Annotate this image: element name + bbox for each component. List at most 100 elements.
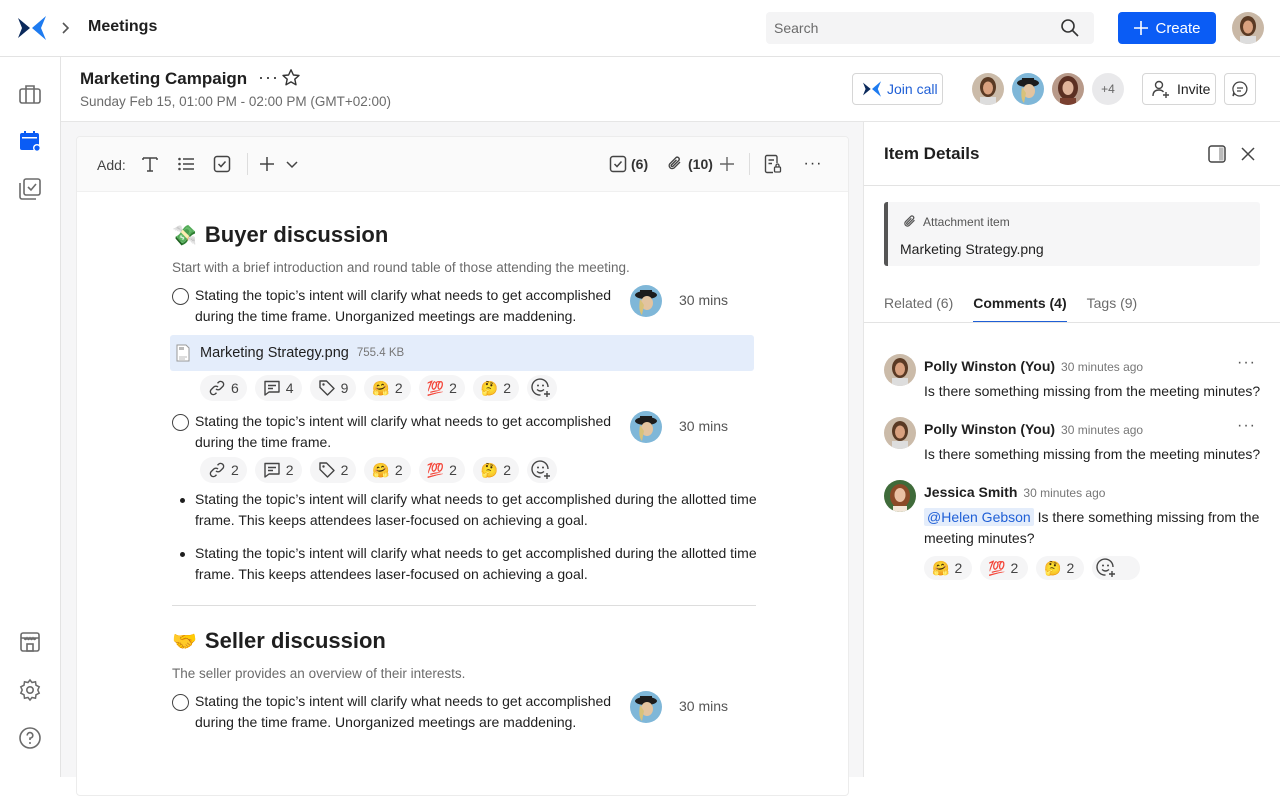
help-icon[interactable]	[18, 726, 42, 750]
app-logo-icon[interactable]	[18, 16, 46, 40]
comments-chip[interactable]: 4	[254, 375, 302, 401]
store-icon[interactable]	[18, 630, 42, 654]
side-panel-toggle-icon[interactable]	[1207, 144, 1227, 164]
agenda-area: Add: (6) (10) ··· 💸 Buyer discussion Sta…	[61, 122, 863, 796]
create-button[interactable]: Create	[1118, 12, 1216, 44]
task-duration: 30 mins	[679, 292, 729, 308]
attachment-item-card[interactable]: Attachment item Marketing Strategy.png	[884, 202, 1260, 266]
close-icon[interactable]	[1238, 144, 1258, 164]
attachment-item-label: Attachment item	[923, 215, 1010, 229]
add-reaction-button[interactable]	[1092, 556, 1140, 580]
more-attendees-badge[interactable]: +4	[1092, 73, 1124, 105]
notes-template-icon[interactable]	[763, 154, 783, 174]
bulleted-list-icon[interactable]	[176, 154, 196, 174]
top-bar: Meetings Create	[0, 0, 1280, 57]
comment-time: 30 minutes ago	[1061, 360, 1144, 374]
reaction-hug[interactable]: 🤗 2	[364, 375, 411, 401]
task-text[interactable]: Stating the topic’s intent will clarify …	[195, 411, 625, 453]
bullet-item[interactable]: Stating the topic’s intent will clarify …	[172, 543, 772, 585]
links-chip[interactable]: 2	[200, 457, 247, 483]
reaction-hundred[interactable]: 💯 2	[418, 375, 465, 401]
links-chip[interactable]: 6	[200, 375, 247, 401]
tab-related[interactable]: Related (6)	[884, 295, 953, 322]
tags-chip[interactable]: 9	[309, 375, 357, 401]
chat-button[interactable]	[1224, 73, 1256, 105]
tags-chip[interactable]: 2	[309, 457, 357, 483]
hug-emoji-icon: 🤗	[372, 379, 390, 396]
plus-icon[interactable]	[257, 154, 277, 174]
more-options-icon[interactable]: ···	[258, 67, 279, 88]
task-radio[interactable]	[172, 414, 189, 431]
chevron-right-icon	[62, 22, 70, 34]
user-avatar[interactable]	[1232, 12, 1264, 44]
comment-more-icon[interactable]: ···	[1237, 417, 1256, 435]
add-reaction-button[interactable]	[527, 457, 558, 483]
attachment-row[interactable]: Marketing Strategy.png 755.4 KB	[170, 335, 754, 371]
checkbox-icon[interactable]	[212, 154, 232, 174]
section-description: The seller provides an overview of their…	[172, 666, 466, 681]
hundred-emoji-icon: 💯	[988, 559, 1006, 576]
gear-icon[interactable]	[18, 678, 42, 702]
assignee-avatar[interactable]	[630, 691, 662, 723]
bullet-item[interactable]: Stating the topic’s intent will clarify …	[172, 489, 772, 531]
reaction-thinking[interactable]: 🤔 2	[1036, 556, 1084, 580]
chevron-down-icon[interactable]	[282, 154, 302, 174]
tab-tags[interactable]: Tags (9)	[1087, 295, 1138, 322]
comments-chip[interactable]: 2	[254, 457, 302, 483]
hug-emoji-icon: 🤗	[372, 461, 390, 478]
calendar-icon[interactable]	[18, 129, 42, 153]
reaction-thinking[interactable]: 🤔 2	[472, 457, 520, 483]
comment-reactions: 🤗 2 💯 2 🤔 2	[924, 556, 1140, 580]
more-options-icon[interactable]: ···	[803, 154, 823, 174]
attendee-avatar[interactable]	[1052, 73, 1084, 105]
star-icon[interactable]	[281, 68, 301, 88]
join-call-label: Join call	[887, 81, 938, 97]
add-reaction-icon	[531, 378, 551, 397]
section-divider	[172, 605, 756, 606]
reaction-hundred[interactable]: 💯 2	[980, 556, 1028, 580]
mention-link[interactable]: @Helen Gebson	[924, 508, 1034, 526]
briefcase-icon[interactable]	[18, 82, 42, 106]
invite-button[interactable]: Invite	[1142, 73, 1216, 105]
task-radio[interactable]	[172, 694, 189, 711]
paperclip-icon[interactable]	[665, 154, 685, 174]
task-text[interactable]: Stating the topic’s intent will clarify …	[195, 691, 625, 733]
create-label: Create	[1155, 19, 1201, 37]
reaction-thinking[interactable]: 🤔 2	[472, 375, 520, 401]
editor-toolbar: Add: (6) (10) ···	[77, 137, 848, 192]
task-text[interactable]: Stating the topic’s intent will clarify …	[195, 285, 625, 327]
assignee-avatar[interactable]	[630, 411, 662, 443]
breadcrumb-meetings[interactable]: Meetings	[88, 18, 157, 36]
reaction-hug[interactable]: 🤗 2	[924, 556, 972, 580]
search-icon[interactable]	[1060, 18, 1080, 38]
text-icon[interactable]	[140, 154, 160, 174]
attachments-count[interactable]: (10)	[688, 156, 713, 172]
add-attachment-icon[interactable]	[717, 154, 737, 174]
tasks-count[interactable]: (6)	[631, 156, 648, 172]
panel-title: Item Details	[884, 144, 980, 163]
agenda-document: 💸 Buyer discussion Start with a brief in…	[170, 192, 772, 733]
commenter-avatar[interactable]	[884, 354, 916, 386]
commenter-avatar[interactable]	[884, 417, 916, 449]
tab-comments[interactable]: Comments (4)	[973, 295, 1067, 323]
handshake-emoji-icon: 🤝	[172, 630, 197, 653]
reaction-hundred[interactable]: 💯 2	[418, 457, 465, 483]
reaction-hug[interactable]: 🤗 2	[364, 457, 411, 483]
checklist-icon[interactable]	[18, 177, 42, 201]
tabs-divider	[864, 322, 1280, 323]
search-box[interactable]	[766, 12, 1094, 44]
search-input[interactable]	[766, 12, 1046, 44]
join-call-button[interactable]: Join call	[852, 73, 943, 105]
comment-more-icon[interactable]: ···	[1237, 354, 1256, 372]
panel-tabs: Related (6) Comments (4) Tags (9)	[884, 295, 1138, 323]
commenter-avatar[interactable]	[884, 480, 916, 512]
attendee-avatar[interactable]	[972, 73, 1004, 105]
add-reaction-button[interactable]	[527, 375, 558, 401]
comment-icon	[264, 462, 280, 478]
comment-icon	[264, 380, 280, 396]
attachment-item-name: Marketing Strategy.png	[900, 241, 1044, 257]
attendee-avatar[interactable]	[1012, 73, 1044, 105]
task-radio[interactable]	[172, 288, 189, 305]
assignee-avatar[interactable]	[630, 285, 662, 317]
tasks-icon[interactable]	[608, 154, 628, 174]
